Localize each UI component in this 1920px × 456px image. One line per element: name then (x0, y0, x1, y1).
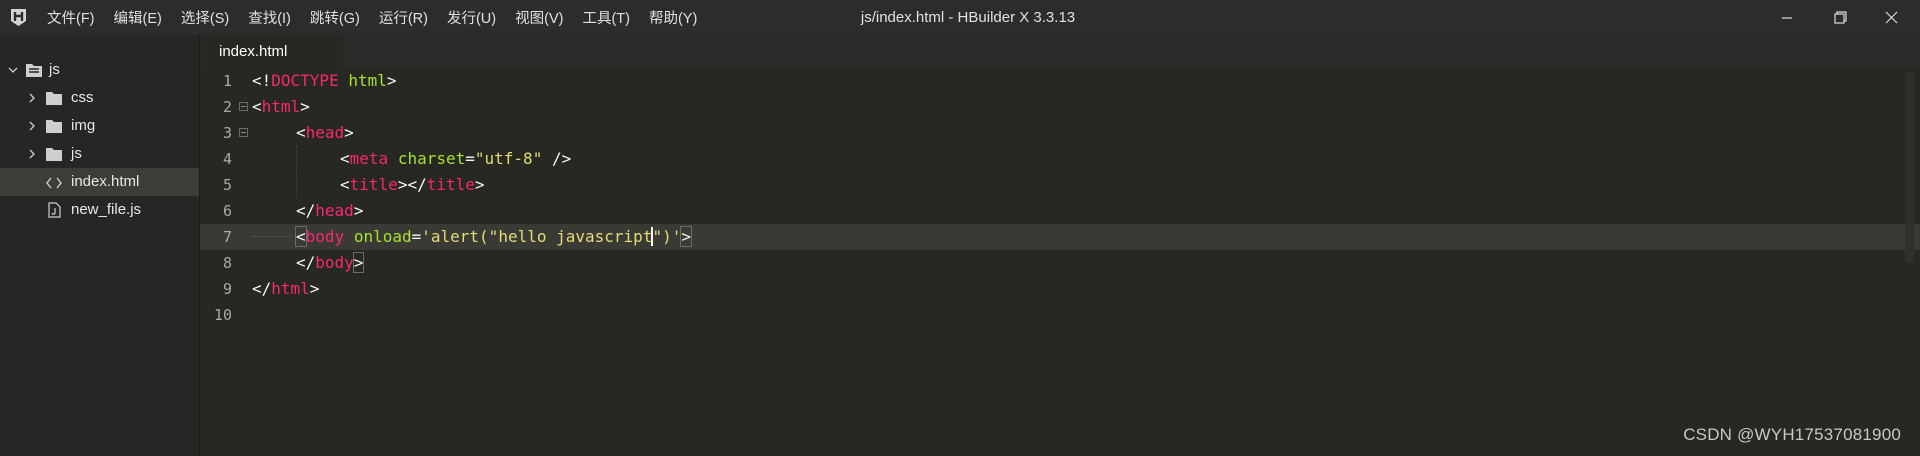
code-line-current: 7 <body onload='alert("hello javascript"… (200, 224, 1920, 250)
close-icon (1885, 11, 1897, 24)
code-line: 4 <meta charset="utf-8" /> (200, 146, 1920, 172)
line-number: 5 (222, 176, 232, 194)
code-line: 3 <head> (200, 120, 1920, 146)
line-number: 4 (222, 150, 232, 168)
line-number: 3 (222, 124, 232, 142)
chevron-down-icon[interactable] (8, 65, 18, 75)
tab-index-html[interactable]: index.html (201, 35, 343, 68)
code-text: <body onload='alert("hello javascript")'… (295, 226, 692, 247)
tab-label: index.html (219, 43, 288, 60)
tree-item-js[interactable]: js (0, 140, 199, 168)
line-number: 2 (222, 98, 232, 116)
chevron-right-icon[interactable] (27, 121, 37, 131)
code-text: <title></title> (340, 175, 485, 194)
line-number: 6 (222, 202, 232, 220)
code-text: <!DOCTYPE html> (252, 71, 397, 90)
menu-tools[interactable]: 工具(T) (582, 7, 630, 28)
fold-toggle-icon[interactable] (239, 128, 248, 137)
project-explorer: js css img js index.html new_file.js (0, 35, 200, 456)
code-editor[interactable]: 1 <!DOCTYPE html> 2 <html> 3 <head> 4 <m… (200, 68, 1920, 456)
editor-tab-bar: index.html (200, 35, 1920, 68)
code-line: 6 </head> (200, 198, 1920, 224)
code-text: <head> (296, 123, 354, 142)
menu-edit[interactable]: 编辑(E) (114, 7, 162, 28)
tree-label: img (71, 117, 96, 134)
code-line: 9 </html> (200, 276, 1920, 302)
code-text: <html> (252, 97, 310, 116)
menu-view[interactable]: 视图(V) (515, 7, 563, 28)
folder-icon (46, 92, 62, 105)
menu-bar: 文件(F) 编辑(E) 选择(S) 查找(I) 跳转(G) 运行(R) 发行(U… (47, 0, 716, 35)
menu-find[interactable]: 查找(I) (248, 7, 291, 28)
line-number: 7 (222, 228, 232, 246)
menu-goto[interactable]: 跳转(G) (310, 7, 360, 28)
project-icon (26, 64, 42, 77)
minimize-button[interactable] (1764, 0, 1810, 35)
line-number: 1 (222, 72, 232, 90)
indent-guide (296, 146, 297, 172)
vertical-scrollbar[interactable] (1905, 72, 1914, 262)
menu-run[interactable]: 运行(R) (379, 7, 428, 28)
close-button[interactable] (1868, 0, 1914, 35)
menu-file[interactable]: 文件(F) (47, 7, 95, 28)
restore-icon (1833, 11, 1847, 24)
line-number: 9 (222, 280, 232, 298)
tree-label: js (49, 61, 60, 78)
code-line: 1 <!DOCTYPE html> (200, 68, 1920, 94)
menu-select[interactable]: 选择(S) (181, 7, 229, 28)
code-line: 10 (200, 302, 1920, 328)
menu-help[interactable]: 帮助(Y) (649, 7, 697, 28)
indent-guide (296, 172, 297, 198)
tree-item-css[interactable]: css (0, 84, 199, 112)
tree-label: new_file.js (71, 201, 142, 218)
code-line: 8 </body> (200, 250, 1920, 276)
code-line: 2 <html> (200, 94, 1920, 120)
tree-label: js (71, 145, 82, 162)
indent-guide (252, 236, 292, 237)
folder-icon (46, 148, 62, 161)
maximize-button[interactable] (1817, 0, 1863, 35)
tree-root-js[interactable]: js (0, 56, 199, 84)
tree-label: index.html (71, 173, 140, 190)
code-text: </head> (296, 201, 364, 220)
tree-label: css (71, 89, 94, 106)
code-line: 5 <title></title> (200, 172, 1920, 198)
fold-toggle-icon[interactable] (239, 102, 248, 111)
tree-item-new-file-js[interactable]: new_file.js (0, 196, 199, 224)
code-text: </html> (252, 279, 320, 298)
minimize-icon (1782, 16, 1792, 19)
folder-icon (46, 120, 62, 133)
chevron-right-icon[interactable] (27, 149, 37, 159)
hbuilder-logo-icon[interactable] (9, 8, 28, 27)
window-title: js/index.html - HBuilder X 3.3.13 (860, 9, 1076, 26)
js-file-icon (48, 202, 61, 218)
line-number: 8 (222, 254, 232, 272)
menu-publish[interactable]: 发行(U) (447, 7, 496, 28)
watermark: CSDN @WYH17537081900 (1683, 425, 1901, 444)
html-file-icon (46, 177, 62, 189)
line-number: 10 (213, 306, 232, 324)
tree-item-index-html[interactable]: index.html (0, 168, 199, 196)
tree-item-img[interactable]: img (0, 112, 199, 140)
title-bar: 文件(F) 编辑(E) 选择(S) 查找(I) 跳转(G) 运行(R) 发行(U… (0, 0, 1920, 35)
code-text: <meta charset="utf-8" /> (340, 149, 572, 168)
code-text: </body> (296, 252, 365, 273)
chevron-right-icon[interactable] (27, 93, 37, 103)
